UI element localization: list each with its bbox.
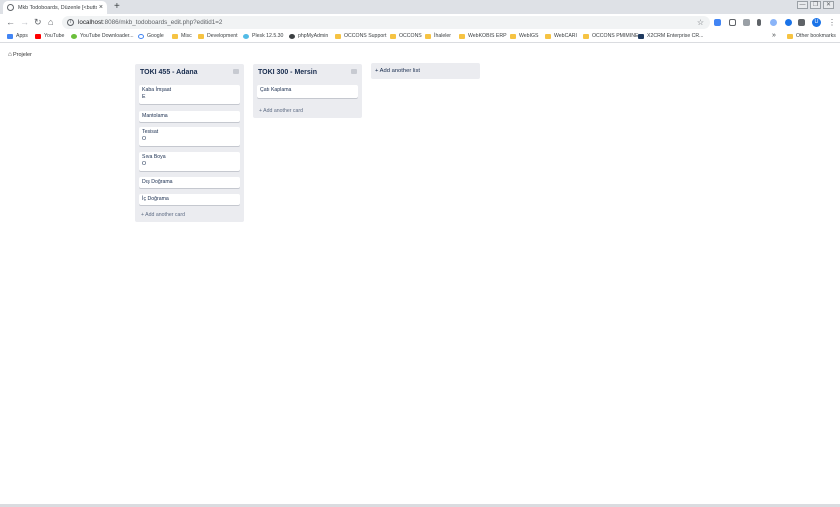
plesk-icon <box>243 33 249 39</box>
back-icon[interactable]: ← <box>6 17 15 27</box>
minimize-button[interactable]: — <box>797 1 808 9</box>
site-info-icon[interactable]: i <box>67 19 74 26</box>
extension-icon[interactable] <box>785 19 792 26</box>
add-card-button[interactable]: + Add another card <box>259 108 303 114</box>
card-title: Dış Doğrama <box>142 179 173 185</box>
breadcrumb[interactable]: ⌂ Projeler <box>8 51 32 58</box>
bookmark-youtube-downloader[interactable]: YouTube Downloader... <box>71 33 134 39</box>
home-icon: ⌂ <box>8 51 12 58</box>
bookmarks-bar: Apps YouTube YouTube Downloader... Googl… <box>0 31 840 43</box>
list-card[interactable]: Sıva Boya O <box>139 152 240 171</box>
breadcrumb-projeler[interactable]: Projeler <box>13 52 32 58</box>
board-list: TOKI 455 - Adana Kaba İmşaat E Mantolama… <box>135 64 244 222</box>
list-menu-icon[interactable] <box>351 69 357 74</box>
extension-icon[interactable] <box>757 19 761 26</box>
card-subtitle: O <box>142 136 147 142</box>
bookmark-development[interactable]: Development <box>198 33 238 39</box>
forward-icon[interactable]: → <box>20 17 29 27</box>
folder-icon <box>459 33 465 39</box>
list-title[interactable]: TOKI 300 - Mersin <box>258 69 317 76</box>
downloader-icon <box>71 33 77 39</box>
tab-strip: Mkb Todoboards, Düzenle [<button> × + — … <box>0 0 840 14</box>
bookmark-youtube[interactable]: YouTube <box>35 33 64 39</box>
bookmark-occons-pmimine[interactable]: OCCONS PMIMINE <box>583 33 638 39</box>
bookmark-phpmyadmin[interactable]: phpMyAdmin <box>289 33 328 39</box>
list-card[interactable]: Mantolama <box>139 111 240 122</box>
bookmark-x2crm[interactable]: X2CRM Enterprise CR... <box>638 33 704 39</box>
bookmark-occons[interactable]: OCCONS <box>390 33 422 39</box>
folder-icon <box>172 33 178 39</box>
home-icon[interactable]: ⌂ <box>48 17 53 27</box>
menu-icon[interactable]: ⋮ <box>828 18 836 27</box>
list-card[interactable]: Dış Doğrama <box>139 177 240 188</box>
bookmark-misc[interactable]: Misc <box>172 33 192 39</box>
url-text: localhost:8086/mkb_todoboards_edit.php?e… <box>78 19 223 26</box>
card-title: Mantolama <box>142 113 168 119</box>
list-menu-icon[interactable] <box>233 69 239 74</box>
card-title: Çatı Kaplama <box>260 87 292 93</box>
google-icon <box>138 33 144 39</box>
translate-extension-icon[interactable] <box>714 19 721 26</box>
other-bookmarks[interactable]: Other bookmarks <box>787 33 836 39</box>
browser-tab[interactable]: Mkb Todoboards, Düzenle [<button> × <box>3 1 107 14</box>
bookmark-star-icon[interactable]: ☆ <box>697 18 704 27</box>
add-card-button[interactable]: + Add another card <box>141 212 185 218</box>
folder-icon <box>510 33 516 39</box>
board-list: TOKI 300 - Mersin Çatı Kaplama + Add ano… <box>253 64 362 118</box>
bookmark-webkobis[interactable]: WebKOBIS ERP <box>459 33 507 39</box>
folder-icon <box>425 33 431 39</box>
bookmark-google[interactable]: Google <box>138 33 164 39</box>
bookmark-occons-support[interactable]: OCCONS Support <box>335 33 386 39</box>
phpmyadmin-icon <box>289 33 295 39</box>
bookmark-plesk[interactable]: Plesk 12.5.30 <box>243 33 283 39</box>
reload-icon[interactable]: ↻ <box>34 17 42 27</box>
folder-icon <box>335 33 341 39</box>
card-title: Sıva Boya <box>142 154 166 160</box>
folder-icon <box>787 33 793 39</box>
extension-icon[interactable] <box>729 19 736 26</box>
list-card[interactable]: Tesisat O <box>139 127 240 146</box>
list-card[interactable]: Kaba İmşaat E <box>139 85 240 104</box>
card-title: Tesisat <box>142 129 159 135</box>
add-list-button[interactable]: + Add another list <box>371 63 480 79</box>
maximize-button[interactable]: ❐ <box>810 1 821 9</box>
youtube-icon <box>35 33 41 39</box>
folder-icon <box>545 33 551 39</box>
folder-icon <box>390 33 396 39</box>
bookmark-apps[interactable]: Apps <box>7 33 28 39</box>
card-subtitle: O <box>142 161 147 167</box>
card-subtitle: E <box>142 94 146 100</box>
puzzle-icon[interactable] <box>798 19 805 26</box>
profile-avatar[interactable]: U <box>812 18 821 27</box>
card-title: Kaba İmşaat <box>142 87 172 93</box>
x2crm-icon <box>638 33 644 39</box>
list-title[interactable]: TOKI 455 - Adana <box>140 69 198 76</box>
list-card[interactable]: Çatı Kaplama <box>257 85 358 98</box>
tab-title: Mkb Todoboards, Düzenle [<button> <box>18 4 97 11</box>
browser-toolbar: ← → ↻ ⌂ i localhost:8086/mkb_todoboards_… <box>0 14 840 31</box>
bookmark-webigs[interactable]: WebIGS <box>510 33 539 39</box>
bookmark-webcari[interactable]: WebCARI <box>545 33 577 39</box>
extension-icon[interactable] <box>743 19 750 26</box>
card-title: İç Doğrama <box>142 196 169 202</box>
new-tab-button[interactable]: + <box>114 1 120 13</box>
folder-icon <box>198 33 204 39</box>
folder-icon <box>583 33 589 39</box>
close-window-button[interactable]: ✕ <box>823 1 834 9</box>
globe-icon <box>7 4 14 11</box>
tab-close-icon[interactable]: × <box>99 4 103 11</box>
more-bookmarks-icon[interactable]: » <box>772 32 776 39</box>
extension-icon[interactable] <box>770 19 777 26</box>
address-bar[interactable]: i localhost:8086/mkb_todoboards_edit.php… <box>62 16 710 29</box>
apps-grid-icon <box>7 33 13 39</box>
bookmark-ihaleler[interactable]: İhaleler <box>425 33 451 39</box>
list-card[interactable]: İç Doğrama <box>139 194 240 205</box>
